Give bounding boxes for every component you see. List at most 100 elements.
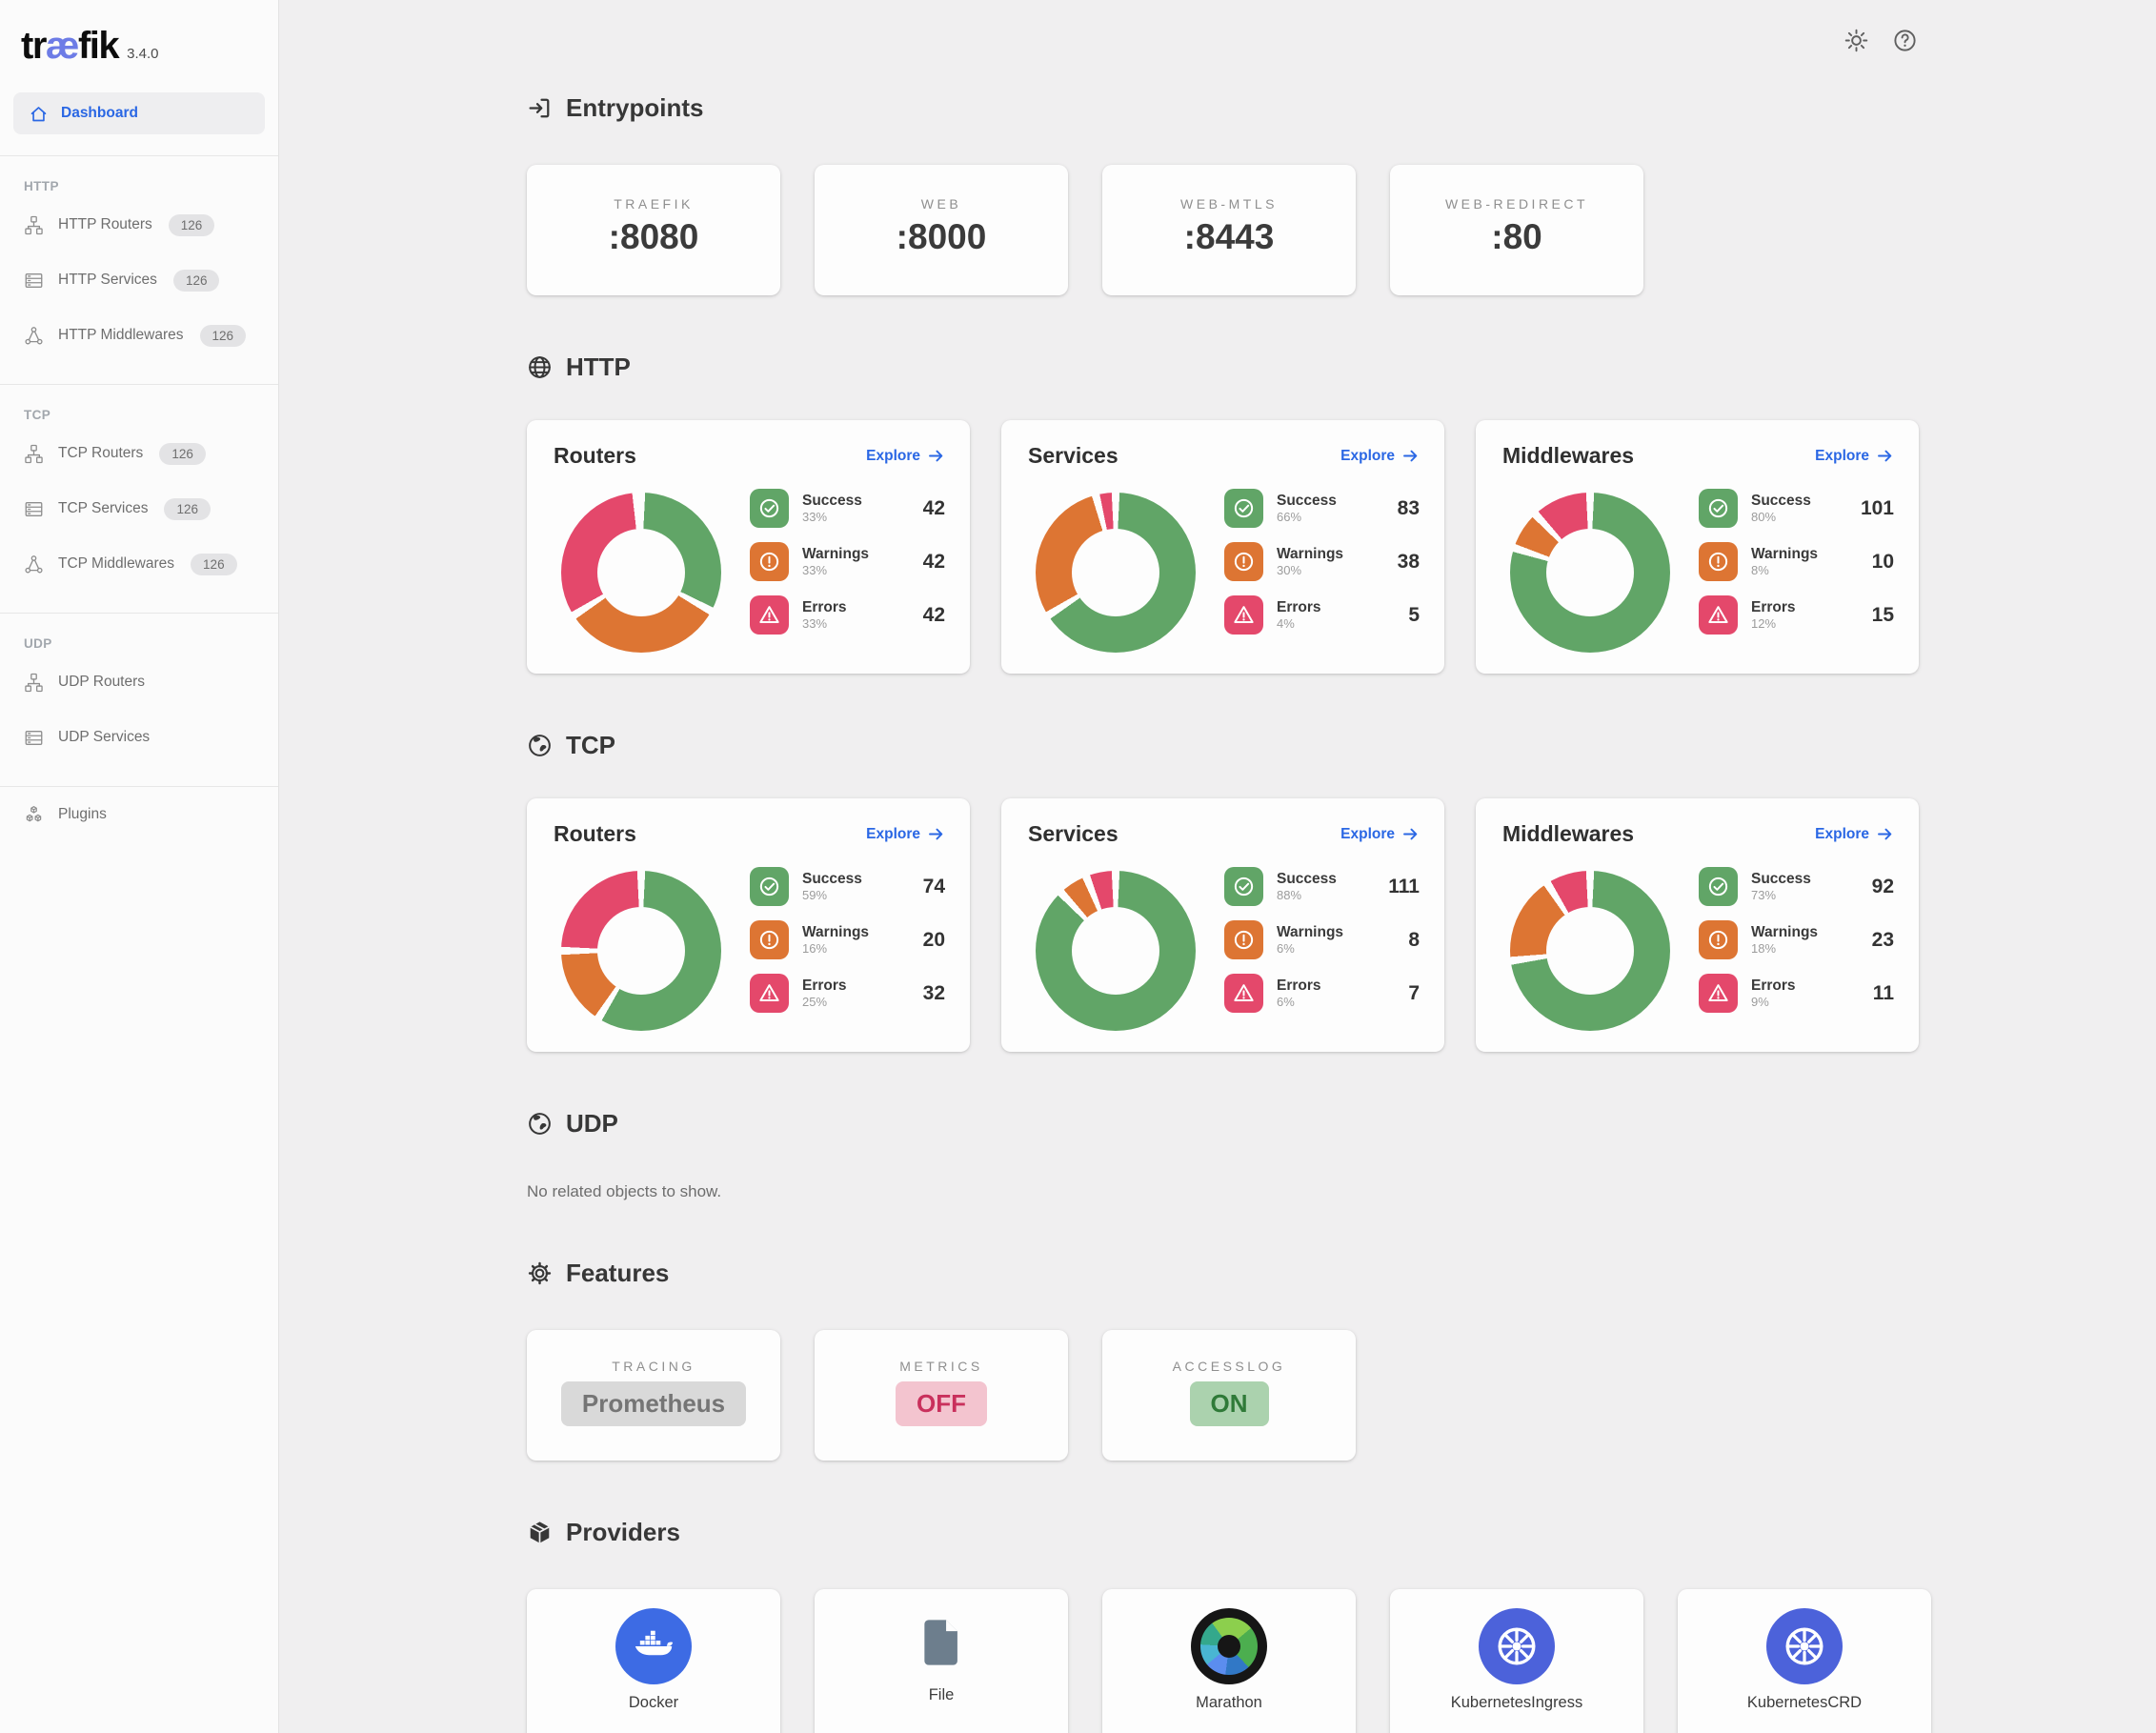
logo-ae: æ: [46, 25, 78, 68]
entrypoint-card: WEB:8000: [815, 165, 1068, 295]
sidebar-item-tcp-middlewares[interactable]: TCP Middlewares126: [0, 536, 278, 592]
routers-icon: [24, 444, 44, 464]
sidebar-item-label: HTTP Routers: [58, 216, 152, 233]
legend-label: Warnings: [1751, 547, 1818, 562]
legend-value: 5: [1408, 604, 1420, 627]
legend-text: Errors4%: [1277, 600, 1321, 631]
provider-cards: Docker File Marathon KubernetesIngress Kuber…: [527, 1589, 2156, 1733]
legend-text: Warnings18%: [1751, 925, 1818, 956]
provider-label: KubernetesCRD: [1678, 1694, 1931, 1712]
legend-label: Success: [1751, 872, 1811, 887]
provider-icon-wrap: [1678, 1608, 1931, 1684]
entrypoint-port: :8080: [527, 217, 780, 257]
card-title: Middlewares: [1502, 443, 1634, 469]
explore-link[interactable]: Explore: [1815, 447, 1894, 465]
legend-percent: 33%: [802, 511, 862, 523]
explore-link[interactable]: Explore: [1340, 825, 1420, 843]
card-title: Services: [1028, 443, 1118, 469]
section-title: Entrypoints: [566, 93, 703, 123]
success-icon: [1224, 867, 1263, 906]
sidebar-item-http-routers[interactable]: HTTP Routers126: [0, 197, 278, 252]
errors-icon: [1699, 974, 1738, 1013]
middlewares-icon: [24, 326, 44, 346]
legend-percent: 59%: [802, 889, 862, 901]
donut-chart: [561, 493, 721, 653]
sidebar-item-tcp-routers[interactable]: TCP Routers126: [0, 426, 278, 481]
explore-link[interactable]: Explore: [1340, 447, 1420, 465]
errors-icon: [750, 974, 789, 1013]
services-icon: [24, 499, 44, 519]
provider-label: Marathon: [1102, 1694, 1356, 1712]
legend-percent: 88%: [1277, 889, 1337, 901]
section-title: Providers: [566, 1518, 680, 1547]
legend-text: Success33%: [802, 494, 862, 524]
sidebar-item-udp-services[interactable]: UDP Services: [0, 710, 278, 765]
legend-value: 111: [1388, 876, 1420, 898]
legend-value: 20: [923, 929, 945, 952]
legend-percent: 6%: [1277, 942, 1343, 955]
routers-icon: [24, 673, 44, 693]
sidebar-item-dashboard[interactable]: Dashboard: [13, 92, 265, 134]
legend-value: 92: [1872, 876, 1894, 898]
provider-card: Marathon: [1102, 1589, 1356, 1733]
provider-icon-wrap: [527, 1608, 780, 1684]
sidebar-item-label: HTTP Middlewares: [58, 327, 184, 344]
stat-card: RoutersExploreSuccess59%74Warnings16%20E…: [527, 798, 970, 1052]
middlewares-icon: [24, 554, 44, 574]
explore-link[interactable]: Explore: [866, 825, 945, 843]
sidebar-item-http-services[interactable]: HTTP Services126: [0, 252, 278, 308]
legend-label: Errors: [802, 978, 847, 994]
legend-label: Success: [802, 872, 862, 887]
legend-row: Errors6%7: [1224, 974, 1420, 1013]
warnings-icon: [1224, 542, 1263, 581]
globe-icon: [527, 733, 553, 758]
provider-label: Docker: [527, 1694, 780, 1712]
provider-card: KubernetesIngress: [1390, 1589, 1643, 1733]
entrypoint-card: WEB-MTLS:8443: [1102, 165, 1356, 295]
chart-legend: Success88%111Warnings6%8Errors6%7: [1224, 867, 1420, 1013]
entrypoints-section: Entrypoints TRAEFIK:8080WEB:8000WEB-MTLS…: [527, 93, 2156, 295]
sidebar-item-tcp-services[interactable]: TCP Services126: [0, 481, 278, 536]
donut-chart: [1036, 493, 1196, 653]
legend-value: 101: [1861, 497, 1894, 520]
explore-link[interactable]: Explore: [1815, 825, 1894, 843]
sidebar: træfik 3.4.0 Dashboard HTTPHTTP Routers1…: [0, 0, 279, 1733]
entrypoint-port: :80: [1390, 217, 1643, 257]
success-icon: [1699, 489, 1738, 528]
legend-label: Errors: [1277, 600, 1321, 615]
legend-value: 42: [923, 604, 945, 627]
entrypoint-name: WEB-MTLS: [1102, 196, 1356, 212]
legend-text: Errors9%: [1751, 978, 1796, 1009]
legend-value: 32: [923, 982, 945, 1005]
chart-legend: Success73%92Warnings18%23Errors9%11: [1699, 867, 1894, 1013]
legend-percent: 80%: [1751, 511, 1811, 523]
legend-label: Success: [1751, 494, 1811, 509]
legend-label: Errors: [1751, 978, 1796, 994]
sidebar-item-udp-routers[interactable]: UDP Routers: [0, 655, 278, 710]
provider-card: File: [815, 1589, 1068, 1733]
legend-row: Warnings6%8: [1224, 920, 1420, 959]
stat-card-header: Services Explore: [1001, 420, 1444, 469]
stat-card: Middlewares Explore Success 80% 101 Warnings 8…: [1476, 420, 1919, 674]
section-title: TCP: [566, 731, 615, 760]
divider: [0, 613, 278, 614]
stat-card-header: RoutersExplore: [527, 798, 970, 847]
explore-link[interactable]: Explore: [866, 447, 945, 465]
legend-text: Success 59%: [802, 872, 862, 902]
feature-value-badge: ON: [1190, 1381, 1269, 1426]
arrow-right-icon: [1876, 825, 1894, 843]
legend-label: Warnings: [1751, 925, 1818, 940]
success-icon: [750, 867, 789, 906]
donut-hole: [597, 529, 685, 616]
sidebar-item-http-middlewares[interactable]: HTTP Middlewares126: [0, 308, 278, 363]
legend-text: Warnings30%: [1277, 547, 1343, 577]
sidebar-item-plugins[interactable]: Plugins: [0, 787, 278, 842]
legend-text: Success 80%: [1751, 494, 1811, 524]
legend-row: Success59%74: [750, 867, 945, 906]
success-icon: [750, 489, 789, 528]
legend-text: Warnings6%: [1277, 925, 1343, 956]
plugins-icon: [24, 805, 44, 825]
stat-card-header: Middlewares Explore: [1476, 420, 1919, 469]
legend-percent: 12%: [1751, 617, 1796, 630]
feature-label: ACCESSLOG: [1102, 1359, 1356, 1374]
